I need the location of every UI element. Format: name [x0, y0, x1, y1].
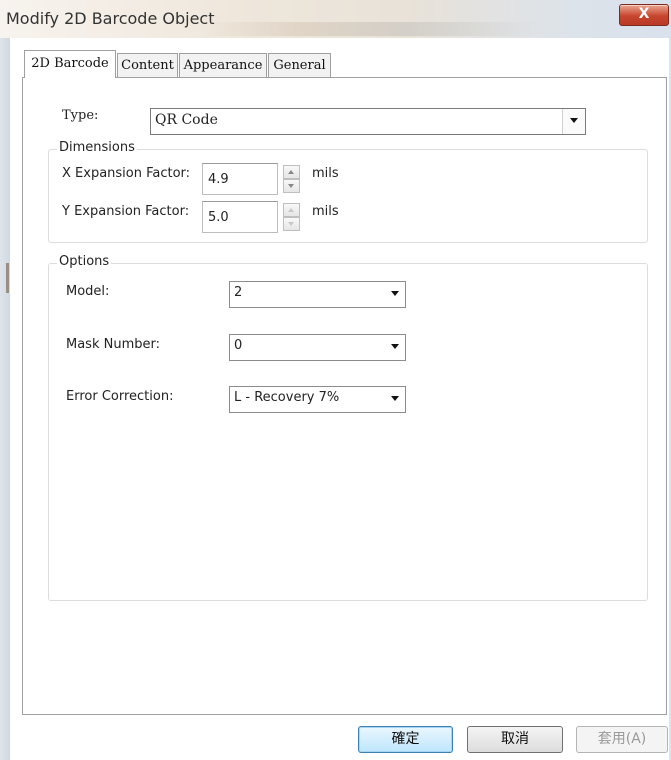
cancel-button[interactable]: 取消	[467, 726, 563, 753]
x-expansion-value: 4.9	[208, 172, 229, 187]
x-expansion-spinner[interactable]	[283, 165, 300, 193]
spin-down-icon[interactable]	[283, 217, 300, 231]
tab-content[interactable]: Content	[117, 53, 178, 77]
chevron-down-icon	[391, 344, 399, 349]
type-dropdown-button[interactable]	[562, 109, 585, 134]
type-value: QR Code	[155, 112, 218, 128]
mask-number-select[interactable]: 0	[229, 334, 406, 361]
spin-down-icon[interactable]	[283, 179, 300, 193]
tab-general[interactable]: General	[268, 53, 331, 77]
type-label: Type:	[62, 108, 99, 123]
y-expansion-label: Y Expansion Factor:	[62, 204, 190, 219]
options-group	[48, 263, 648, 601]
apply-button[interactable]: 套用(A)	[576, 726, 668, 753]
x-expansion-unit: mils	[312, 166, 339, 181]
chevron-down-icon	[570, 118, 578, 123]
close-button[interactable]: X	[619, 4, 669, 26]
model-select[interactable]: 2	[229, 281, 406, 308]
chevron-down-icon	[391, 396, 399, 401]
mask-number-value: 0	[234, 338, 243, 353]
y-expansion-spinner[interactable]	[283, 203, 300, 231]
ok-button[interactable]: 確定	[358, 726, 453, 753]
y-expansion-value: 5.0	[208, 210, 229, 225]
options-legend: Options	[57, 254, 112, 269]
type-select[interactable]: QR Code	[150, 108, 586, 135]
dimensions-legend: Dimensions	[57, 140, 137, 155]
y-expansion-input[interactable]: 5.0	[202, 201, 278, 233]
error-correction-value: L - Recovery 7%	[234, 390, 340, 405]
window-title: Modify 2D Barcode Object	[6, 9, 215, 28]
error-correction-label: Error Correction:	[66, 389, 174, 404]
model-value: 2	[234, 285, 243, 300]
x-expansion-input[interactable]: 4.9	[202, 163, 278, 195]
title-bar: Modify 2D Barcode Object X	[0, 0, 671, 38]
tab-appearance[interactable]: Appearance	[179, 53, 267, 77]
tab-2d-barcode[interactable]: 2D Barcode	[24, 50, 116, 78]
x-expansion-label: X Expansion Factor:	[62, 166, 191, 181]
error-correction-select[interactable]: L - Recovery 7%	[229, 386, 406, 413]
mask-number-label: Mask Number:	[66, 337, 160, 352]
spin-up-icon[interactable]	[283, 165, 300, 179]
model-label: Model:	[66, 284, 110, 299]
y-expansion-unit: mils	[312, 204, 339, 219]
close-icon: X	[638, 6, 650, 22]
chevron-down-icon	[391, 291, 399, 296]
window-left-border	[0, 38, 10, 760]
spin-up-icon[interactable]	[283, 203, 300, 217]
dimensions-group	[48, 149, 648, 243]
